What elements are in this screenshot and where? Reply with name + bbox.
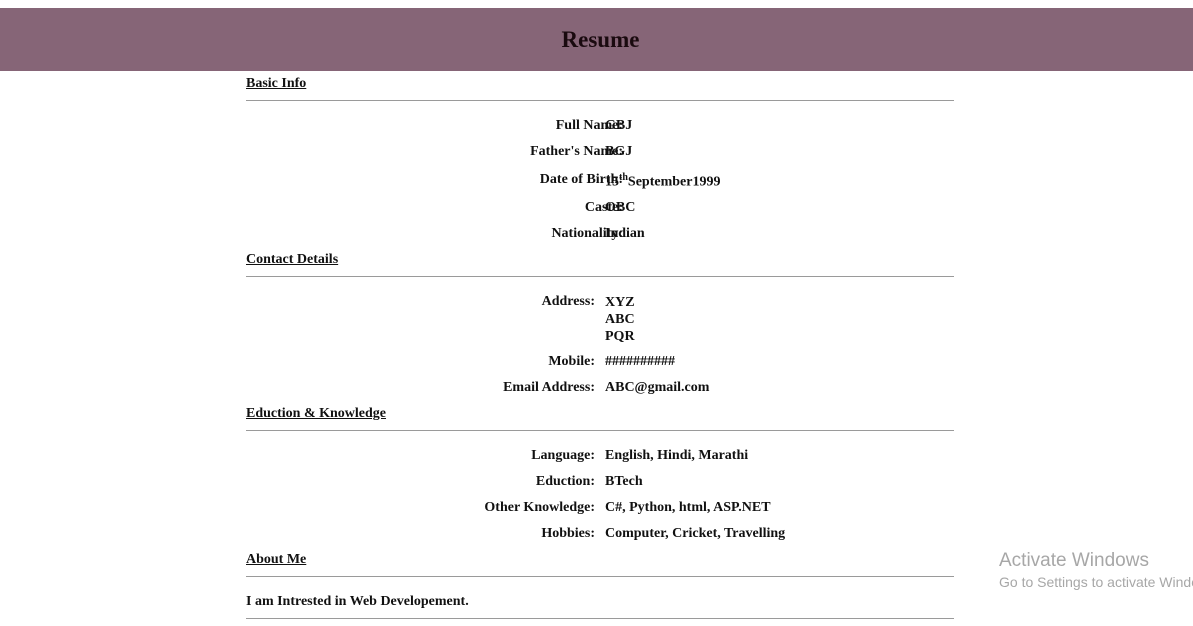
page-header: Resume xyxy=(0,8,1193,71)
section-heading-basic-info: Basic Info xyxy=(246,76,307,91)
section-heading-contact-details: Contact Details xyxy=(246,252,339,267)
about-me-text: I am Intrested in Web Developement. xyxy=(246,594,469,609)
section-heading-eduction-knowledge: Eduction & Knowledge xyxy=(246,406,387,421)
address-line: ABC xyxy=(605,312,635,327)
section-divider xyxy=(246,618,954,619)
dob-day-suffix: th xyxy=(619,172,628,183)
address-line: XYZ xyxy=(605,295,635,310)
field-value: BTech xyxy=(605,474,643,489)
watermark-title: Activate Windows xyxy=(999,550,1149,571)
field-label: Mobile: xyxy=(548,354,595,369)
activate-windows-watermark: Activate Windows Go to Settings to activ… xyxy=(999,550,1193,592)
field-value: 15thSeptember1999 xyxy=(605,172,720,191)
field-value: BGJ xyxy=(605,144,633,159)
field-value: Computer, Cricket, Travelling xyxy=(605,526,786,541)
field-value: Indian xyxy=(605,226,645,241)
section-divider xyxy=(246,576,954,577)
field-label: Language: xyxy=(531,448,595,463)
field-value: GBJ xyxy=(605,118,633,133)
dob-day: 15 xyxy=(605,174,619,190)
field-value: OBC xyxy=(605,200,636,215)
section-divider xyxy=(246,100,954,101)
field-label: Other Knowledge: xyxy=(484,500,595,515)
field-value: C#, Python, html, ASP.NET xyxy=(605,500,771,515)
field-value: ABC@gmail.com xyxy=(605,380,710,395)
field-value: XYZ ABC PQR xyxy=(605,294,635,345)
section-heading-about-me: About Me xyxy=(246,552,307,567)
section-divider xyxy=(246,276,954,277)
section-divider xyxy=(246,430,954,431)
page-title: Resume xyxy=(561,26,640,52)
watermark-subtitle: Go to Settings to activate Windows. xyxy=(999,574,1193,590)
field-value: English, Hindi, Marathi xyxy=(605,448,749,463)
dob-month-year: September1999 xyxy=(627,174,721,190)
field-value: ########## xyxy=(605,354,675,369)
field-label: Email Address: xyxy=(503,380,595,395)
address-line: PQR xyxy=(605,329,635,344)
field-label: Hobbies: xyxy=(541,526,595,541)
field-label: Eduction: xyxy=(535,474,595,489)
field-label: Address: xyxy=(541,294,595,309)
